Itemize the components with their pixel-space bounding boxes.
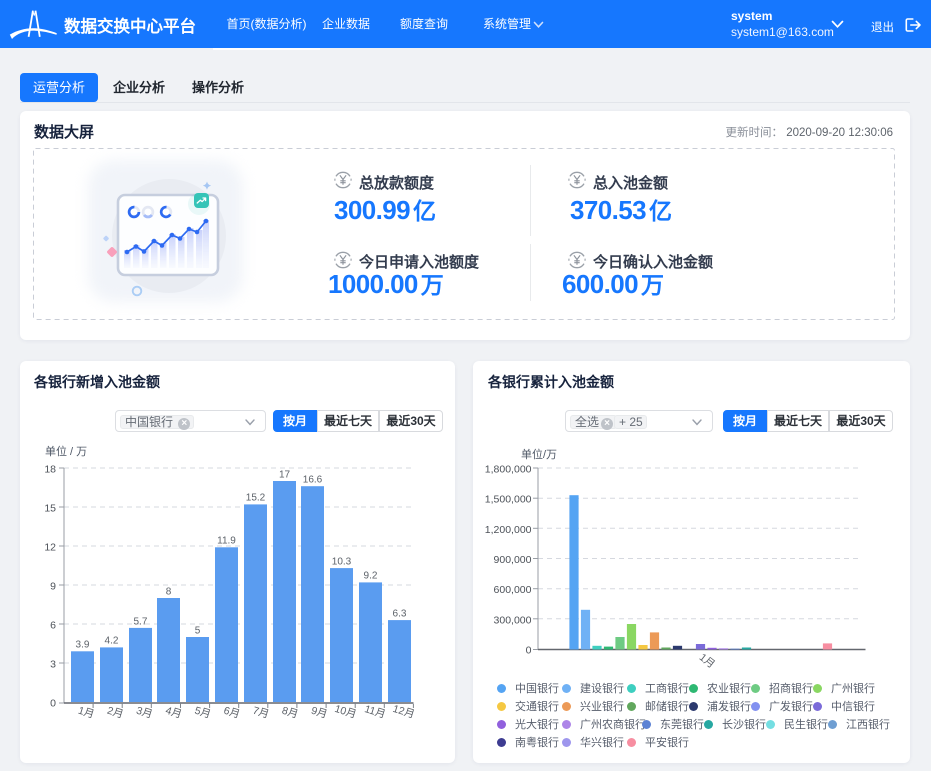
svg-text:16.6: 16.6 xyxy=(303,475,323,486)
svg-text:11.9: 11.9 xyxy=(217,536,236,547)
svg-text:1,200,000: 1,200,000 xyxy=(485,524,532,536)
svg-text:1,500,000: 1,500,000 xyxy=(485,494,532,506)
svg-text:15: 15 xyxy=(44,503,56,515)
svg-text:17: 17 xyxy=(279,470,291,481)
svg-text:0: 0 xyxy=(526,645,532,657)
svg-text:300,000: 300,000 xyxy=(494,614,532,626)
svg-text:15.2: 15.2 xyxy=(246,493,266,504)
svg-text:12月: 12月 xyxy=(391,703,416,721)
svg-text:10.3: 10.3 xyxy=(332,557,352,568)
svg-text:11月: 11月 xyxy=(363,703,387,721)
svg-text:1月: 1月 xyxy=(697,651,717,671)
svg-text:3.9: 3.9 xyxy=(76,640,90,651)
svg-text:0: 0 xyxy=(50,698,56,710)
svg-text:6: 6 xyxy=(50,620,56,632)
svg-text:900,000: 900,000 xyxy=(494,554,532,566)
svg-text:6.3: 6.3 xyxy=(393,609,407,620)
svg-text:5.7: 5.7 xyxy=(134,617,148,628)
svg-text:9.2: 9.2 xyxy=(364,571,378,582)
svg-text:12: 12 xyxy=(44,542,56,554)
svg-text:1,800,000: 1,800,000 xyxy=(485,464,532,476)
svg-text:9: 9 xyxy=(50,581,56,593)
svg-text:8: 8 xyxy=(166,587,172,598)
svg-text:600,000: 600,000 xyxy=(494,584,532,596)
svg-text:10月: 10月 xyxy=(333,703,358,721)
svg-text:4.2: 4.2 xyxy=(105,636,119,647)
svg-text:3: 3 xyxy=(50,659,56,671)
svg-text:18: 18 xyxy=(44,464,56,476)
svg-text:5: 5 xyxy=(195,626,201,637)
